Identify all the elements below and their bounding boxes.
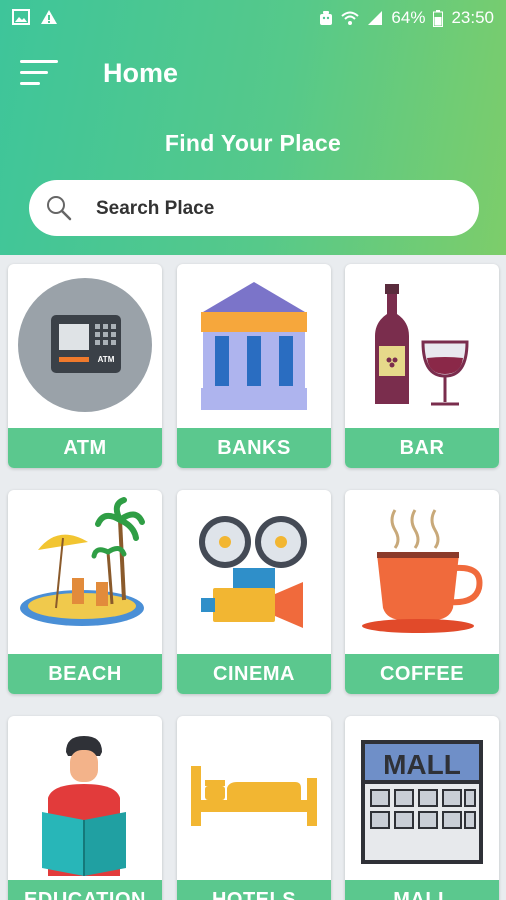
category-card-hotels[interactable]: HOTELS [177,716,331,900]
category-card-coffee[interactable]: COFFEE [345,490,499,694]
wine-icon [375,284,469,406]
search-input[interactable]: Search Place [29,180,479,236]
category-label: COFFEE [345,654,499,694]
menu-icon [20,60,58,63]
bank-icon [201,282,307,410]
warning-icon [41,10,57,24]
category-label: BAR [345,428,499,468]
category-card-cinema[interactable]: CINEMA [177,490,331,694]
bed-icon [191,766,317,826]
search-icon [47,196,72,221]
coffee-cup-icon [362,509,483,633]
page-subtitle: Find Your Place [164,130,342,156]
image-notification-icon [12,9,30,25]
category-label: MALL [345,880,499,900]
category-grid: ATM ATM BANKS BAR BEACH CINEMA COFFEE ED… [0,255,506,900]
signal-icon [368,11,383,25]
battery-icon [433,9,444,27]
category-card-atm[interactable]: ATM ATM [8,264,162,468]
category-label: CINEMA [177,654,331,694]
category-card-mall[interactable]: MALL MALL [345,716,499,900]
category-card-education[interactable]: EDUCATION [8,716,162,900]
page-title: Home [103,58,179,88]
category-label: BEACH [8,654,162,694]
category-label: HOTELS [177,880,331,900]
category-card-bar[interactable]: BAR [345,264,499,468]
svg-text:MALL: MALL [383,749,461,780]
search-placeholder: Search Place [96,198,215,219]
category-label: ATM [8,428,162,468]
category-card-beach[interactable]: BEACH [8,490,162,694]
clock: 23:50 [451,8,494,27]
wifi-icon [341,11,360,25]
category-label: EDUCATION [8,880,162,900]
header: 64% 23:50 Home Find Your Place Search Pl… [0,0,506,255]
film-camera-icon [199,516,307,628]
beach-icon [20,497,145,626]
menu-button[interactable] [20,58,60,90]
reader-icon [42,736,126,876]
status-bar: 64% 23:50 [0,0,506,36]
mall-building-icon: MALL [361,740,483,864]
battery-percent: 64% [391,8,426,27]
category-label: BANKS [177,428,331,468]
svg-text:ATM: ATM [98,355,115,364]
android-icon [320,11,333,25]
menu-icon [20,71,48,74]
menu-icon [20,82,40,85]
atm-icon: ATM [18,278,152,412]
category-card-banks[interactable]: BANKS [177,264,331,468]
